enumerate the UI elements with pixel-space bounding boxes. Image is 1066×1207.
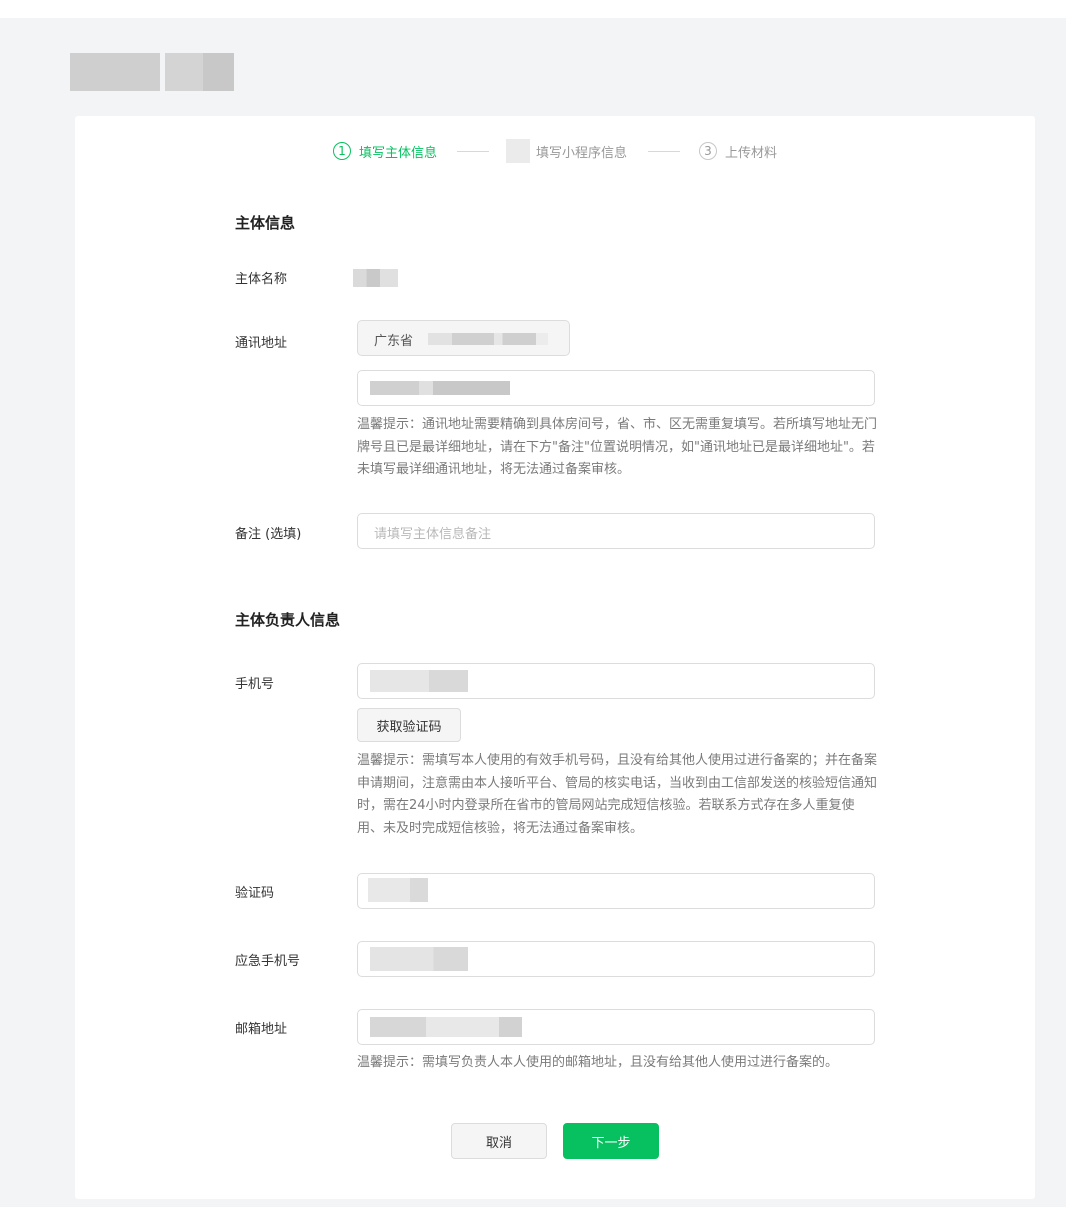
- phone-hint: 温馨提示：需填写本人使用的有效手机号码，且没有给其他人使用过进行备案的；并在备案…: [357, 753, 878, 836]
- code-label: 验证码: [235, 886, 275, 901]
- phone-label: 手机号: [235, 677, 275, 692]
- step-2-number-redacted: [506, 139, 530, 163]
- step-indicator: 1 填写主体信息 填写小程序信息 3 上传材料: [75, 139, 1035, 163]
- phone-input[interactable]: [357, 663, 875, 699]
- step-1: 1 填写主体信息: [333, 140, 437, 162]
- step-2-label: 填写小程序信息: [536, 145, 628, 161]
- step-3-label: 上传材料: [725, 145, 778, 161]
- address-detail-input[interactable]: [357, 370, 875, 406]
- emergency-phone-input[interactable]: [357, 941, 875, 977]
- emergency-phone-label: 应急手机号: [235, 954, 301, 969]
- email-label: 邮箱地址: [235, 1022, 288, 1037]
- remark-placeholder: 请填写主体信息备注: [374, 527, 492, 542]
- address-region-select[interactable]: 广东省: [357, 320, 570, 356]
- person-info-title: 主体负责人信息: [235, 611, 341, 629]
- get-code-button[interactable]: 获取验证码: [357, 708, 461, 742]
- subject-name-value-redacted: [353, 269, 398, 287]
- step-divider: [648, 151, 680, 152]
- address-hint: 温馨提示：通讯地址需要精确到具体房间号，省、市、区无需重复填写。若所填写地址无门…: [357, 417, 878, 477]
- form-card: 1 填写主体信息 填写小程序信息 3 上传材料 主体信息 主体名称 通讯地址 广…: [75, 116, 1035, 1199]
- address-detail-redacted: [370, 381, 510, 395]
- step-3-number: 3: [699, 142, 717, 160]
- remark-input[interactable]: 请填写主体信息备注: [357, 513, 875, 549]
- code-value-redacted: [368, 878, 428, 902]
- step-2: 填写小程序信息: [506, 139, 628, 163]
- header-logo-redacted: [70, 53, 160, 91]
- subject-name-label: 主体名称: [235, 272, 288, 287]
- next-step-button[interactable]: 下一步: [563, 1123, 659, 1159]
- step-1-number: 1: [333, 142, 351, 160]
- email-value-redacted: [370, 1017, 522, 1037]
- address-label: 通讯地址: [235, 336, 288, 351]
- cancel-button[interactable]: 取消: [451, 1123, 547, 1159]
- email-input[interactable]: [357, 1009, 875, 1045]
- header-title-redacted: [165, 53, 234, 91]
- email-hint: 温馨提示：需填写负责人本人使用的邮箱地址，且没有给其他人使用过进行备案的。: [357, 1055, 839, 1070]
- remark-label: 备注 (选填): [235, 527, 302, 542]
- top-bar: [0, 0, 1066, 18]
- phone-value-redacted: [370, 670, 468, 692]
- step-3: 3 上传材料: [699, 140, 777, 162]
- step-1-label: 填写主体信息: [359, 145, 438, 161]
- emergency-phone-value-redacted: [370, 947, 468, 971]
- code-input[interactable]: [357, 873, 875, 909]
- address-province-value: 广东省: [374, 334, 414, 349]
- address-region-redacted: [428, 333, 548, 345]
- step-divider: [457, 151, 489, 152]
- subject-info-title: 主体信息: [235, 214, 296, 232]
